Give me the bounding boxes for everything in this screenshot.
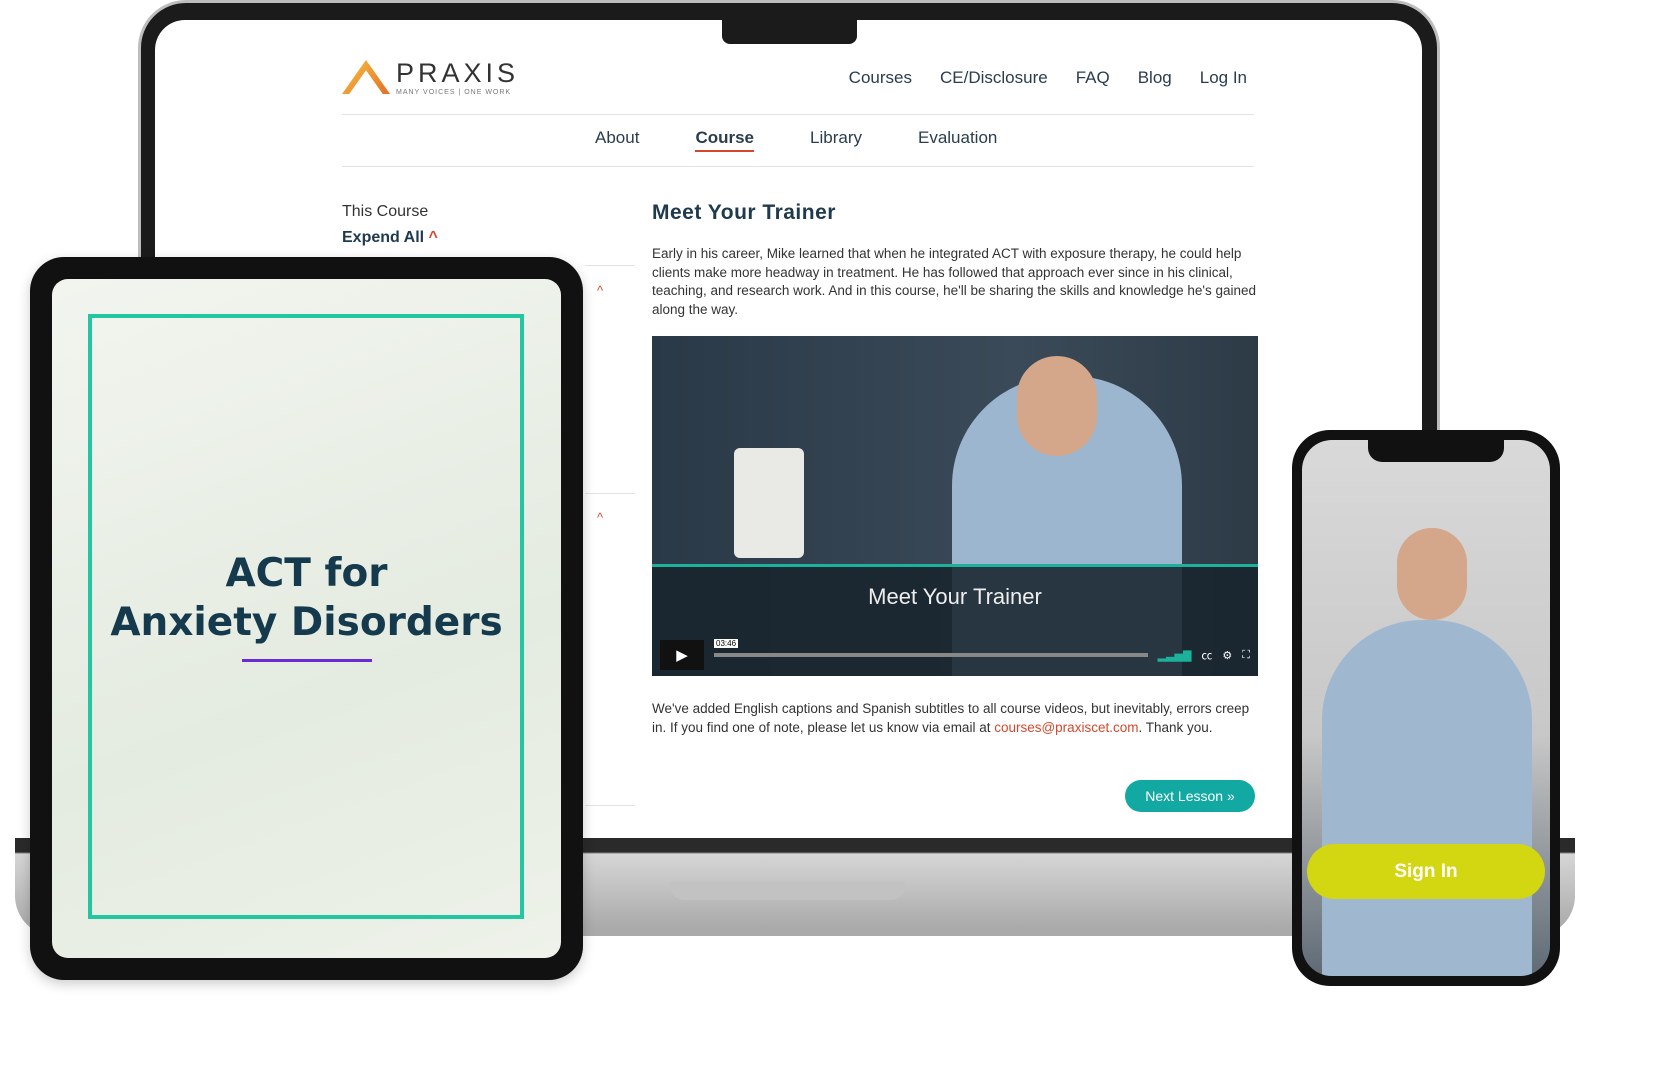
video-player[interactable]: Meet Your Trainer ▶ 03:46 ▂▃▅▇ ㏄ ⚙ ⛶ [652,336,1258,676]
tab-about[interactable]: About [595,128,639,152]
logo-name: PRAXIS [396,58,520,88]
divider [342,114,1254,115]
praxis-logo[interactable]: PRAXIS MANY VOICES | ONE WORK [342,58,519,96]
volume-icon[interactable]: ▂▃▅▇ [1158,649,1192,662]
phone-screen: Sign In [1302,440,1550,976]
lesson-content: Meet Your Trainer Early in his career, M… [652,201,1258,319]
email-link[interactable]: courses@praxiscet.com [994,720,1138,735]
next-lesson-button[interactable]: Next Lesson » [1125,780,1255,812]
tab-library[interactable]: Library [810,128,862,152]
tablet-screen: ACT for Anxiety Disorders [52,279,561,958]
tab-evaluation[interactable]: Evaluation [918,128,997,152]
settings-icon[interactable]: ⚙ [1222,649,1232,662]
sign-in-button[interactable]: Sign In [1307,844,1545,899]
sidebar-title: This Course [342,203,429,220]
divider [585,805,635,806]
phone-frame: Sign In [1292,430,1560,986]
nav-courses[interactable]: Courses [849,68,912,88]
lesson-heading: Meet Your Trainer [652,201,836,224]
title-line-1: ACT for [225,551,388,596]
tab-course[interactable]: Course [695,128,755,152]
title-underline [242,659,372,662]
course-sidebar: This Course Expend All ^ [342,203,438,247]
video-title: Meet Your Trainer [868,584,1042,609]
course-tabs: About Course Library Evaluation [595,128,997,152]
title-line-2: Anxiety Disorders [110,600,503,645]
play-icon[interactable]: ▶ [660,640,704,670]
nav-faq[interactable]: FAQ [1076,68,1110,88]
captions-icon[interactable]: ㏄ [1201,647,1212,663]
divider [585,493,635,494]
nav-ce-disclosure[interactable]: CE/Disclosure [940,68,1048,88]
chevron-up-icon[interactable]: ^ [597,283,603,298]
chevron-up-icon[interactable]: ^ [597,510,603,525]
trainer-head [1397,528,1467,620]
video-time: 03:46 [714,639,739,648]
thanks-text: . Thank you. [1138,719,1213,735]
divider [585,265,635,266]
tablet-frame: ACT for Anxiety Disorders [30,257,583,980]
nav-blog[interactable]: Blog [1138,68,1172,88]
nav-login[interactable]: Log In [1200,68,1247,88]
logo-mark-icon [342,60,390,94]
phone-notch [1368,440,1504,462]
trainer-head [1017,356,1097,456]
captions-note: We've added English captions and Spanish… [652,700,1258,737]
course-cover-title: ACT for Anxiety Disorders [52,549,561,647]
lamp-image [734,448,804,558]
top-nav: Courses CE/Disclosure FAQ Blog Log In [849,68,1247,88]
fullscreen-icon[interactable]: ⛶ [1242,649,1250,662]
camera-notch [722,18,857,44]
trainer-image [1322,620,1532,976]
logo-tagline: MANY VOICES | ONE WORK [396,89,512,96]
chevron-up-icon: ^ [428,229,438,246]
video-controls: ▶ 03:46 ▂▃▅▇ ㏄ ⚙ ⛶ [660,639,1250,670]
divider [342,166,1254,167]
expand-label: Expend All [342,229,425,246]
expand-all-button[interactable]: Expend All ^ [342,229,438,247]
lesson-intro: Early in his career, Mike learned that w… [652,246,1257,317]
video-progress[interactable]: 03:46 [714,639,1148,657]
